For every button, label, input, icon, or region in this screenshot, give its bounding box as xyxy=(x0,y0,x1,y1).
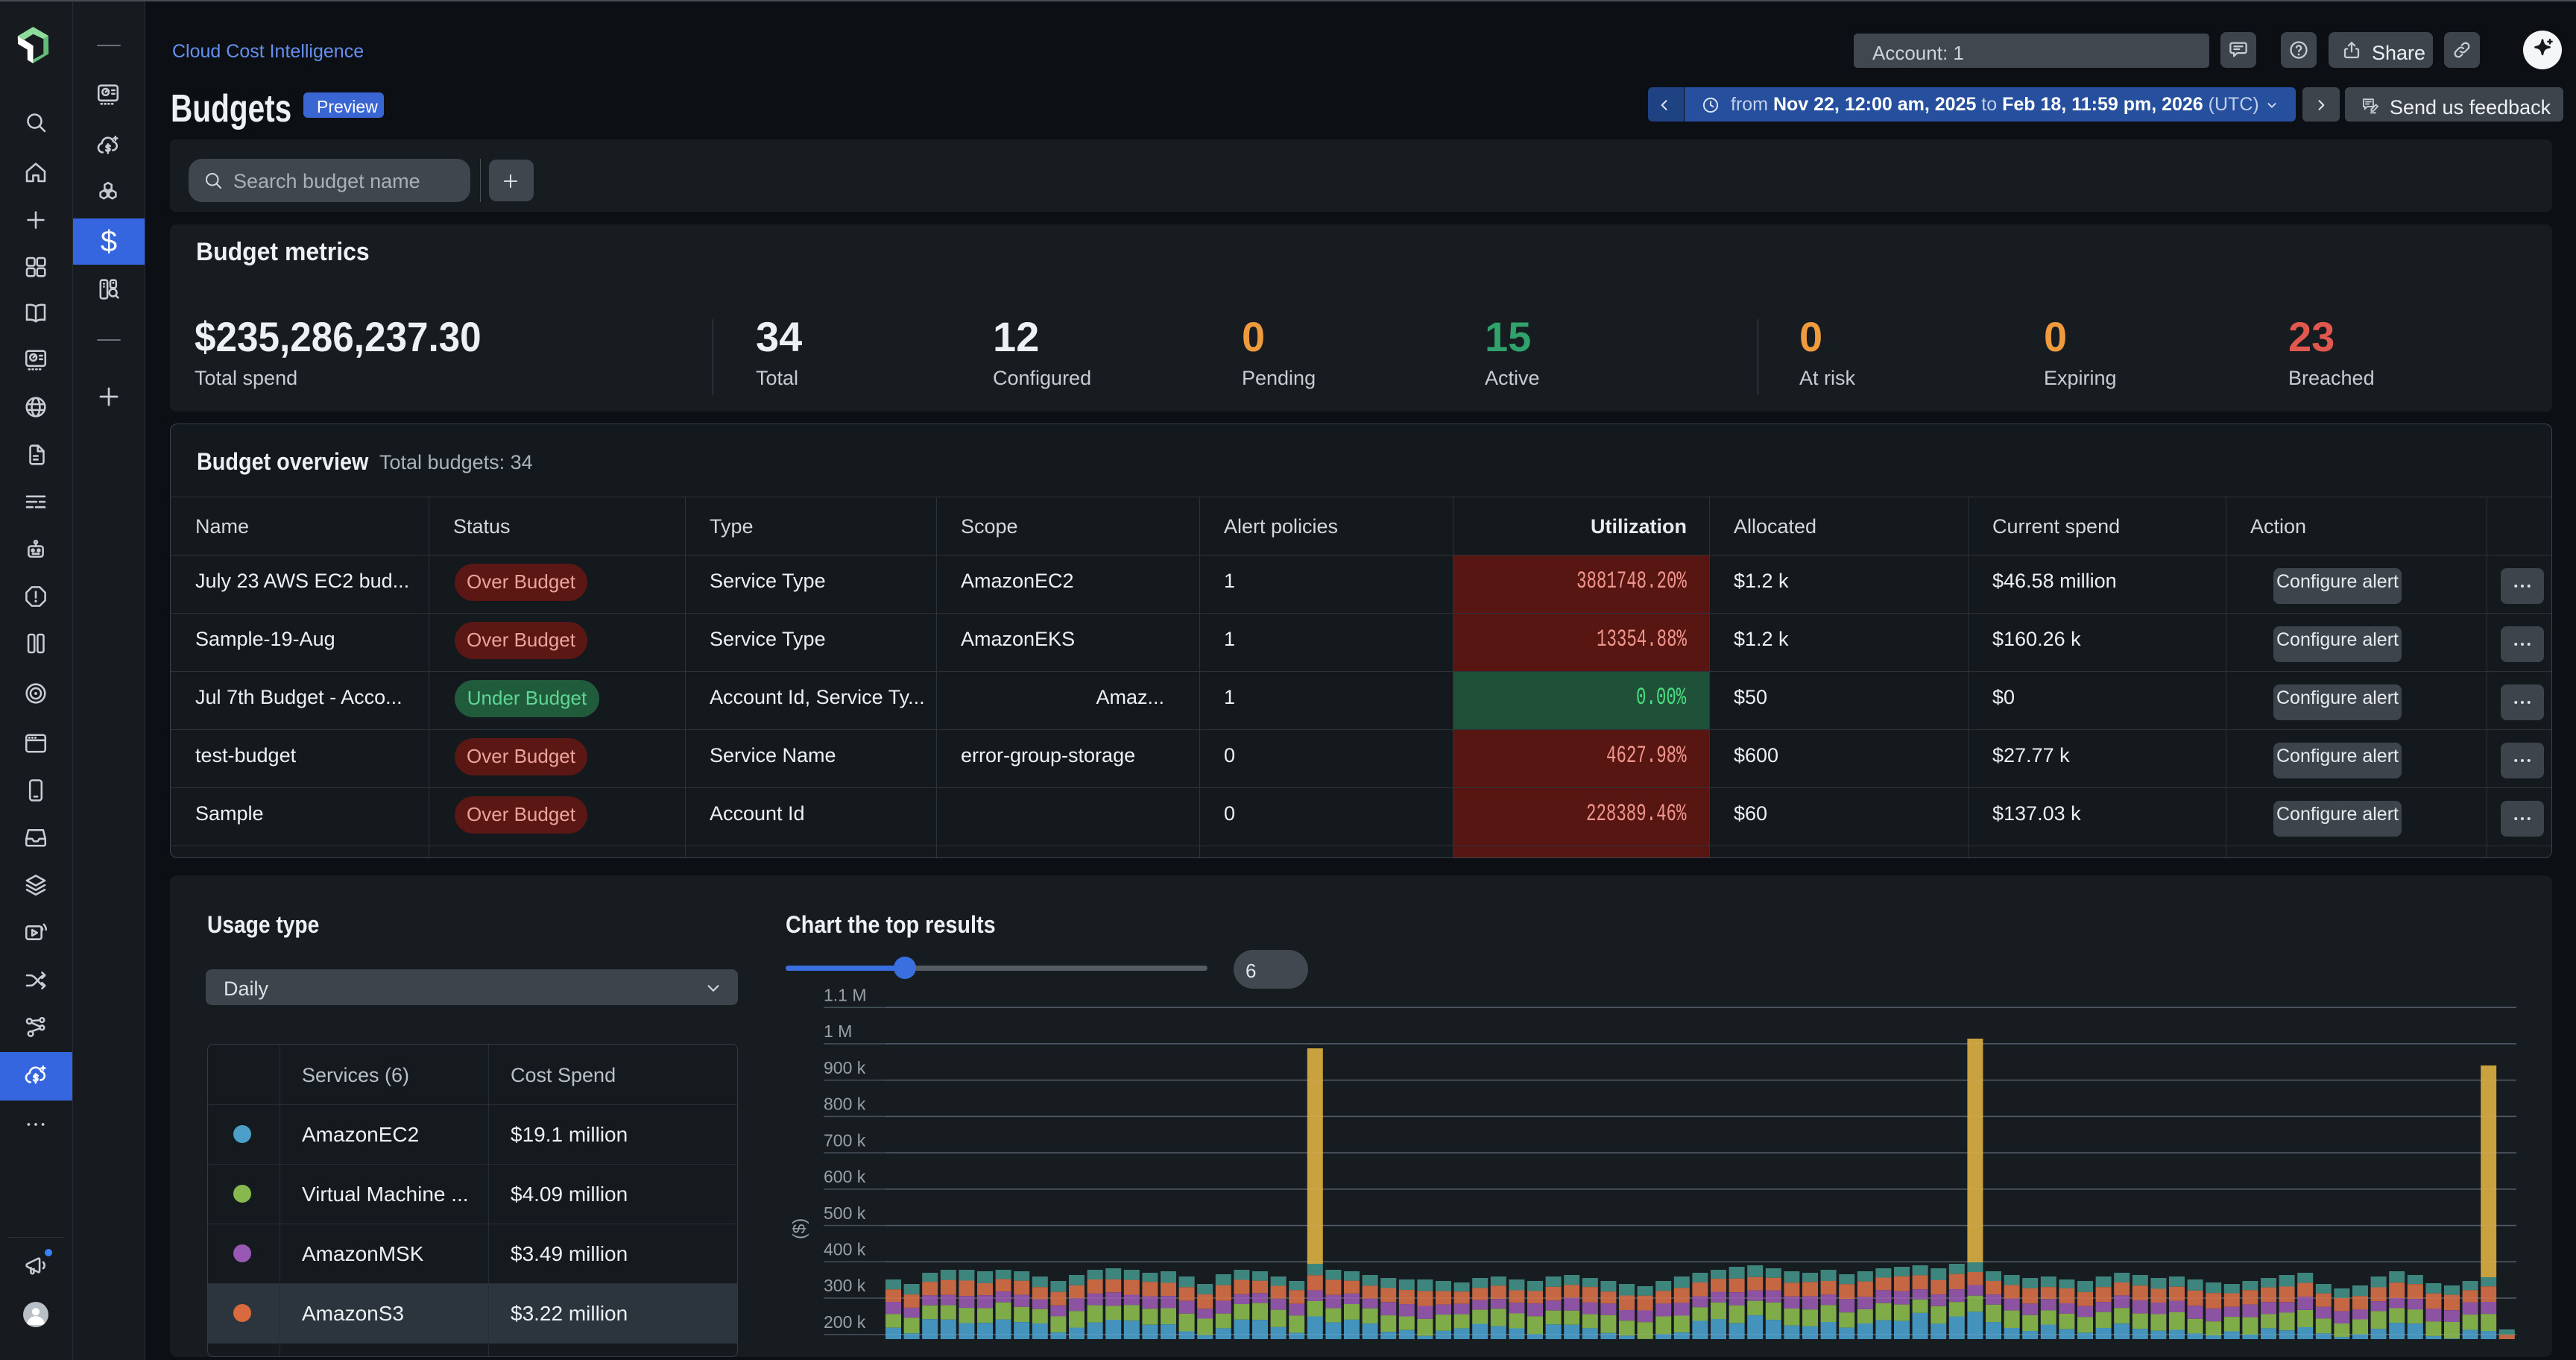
svg-text:800 k: 800 k xyxy=(824,1095,866,1114)
svg-text:500 k: 500 k xyxy=(824,1203,866,1223)
svg-text:1.1 M: 1.1 M xyxy=(824,985,867,1004)
svg-text:1 M: 1 M xyxy=(824,1021,852,1041)
svg-text:200 k: 200 k xyxy=(824,1312,866,1332)
svg-text:900 k: 900 k xyxy=(824,1058,866,1077)
svg-text:400 k: 400 k xyxy=(824,1240,866,1259)
svg-text:300 k: 300 k xyxy=(824,1276,866,1295)
svg-text:($): ($) xyxy=(789,1218,809,1239)
svg-text:600 k: 600 k xyxy=(824,1167,866,1186)
svg-text:700 k: 700 k xyxy=(824,1130,866,1150)
